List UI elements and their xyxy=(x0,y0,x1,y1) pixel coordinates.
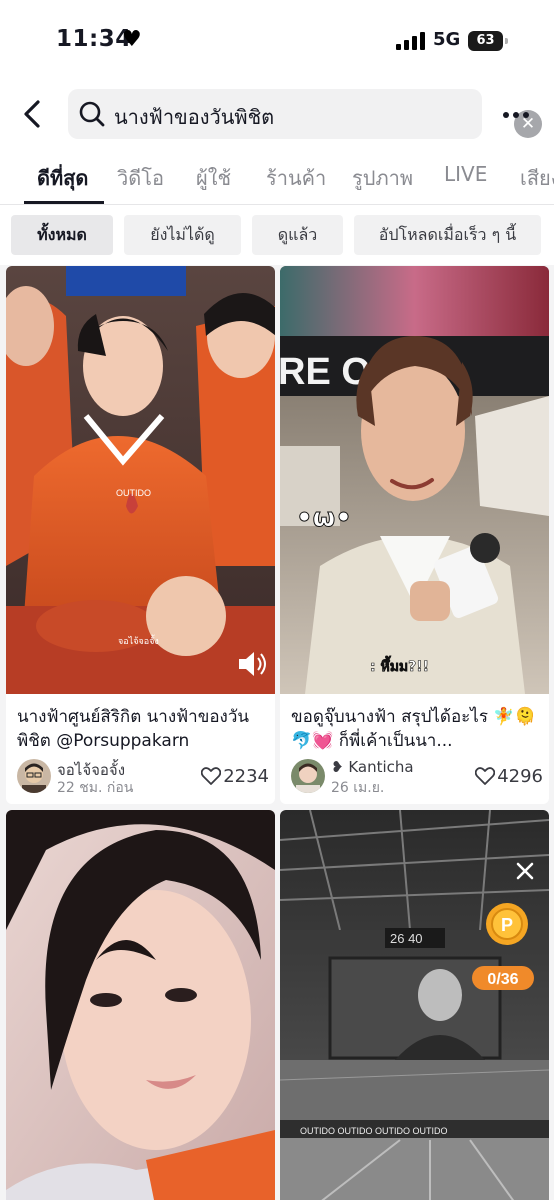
video-thumbnail[interactable] xyxy=(6,810,275,1200)
video-overlay-text: จอไจ้จอจั้ง xyxy=(118,634,159,646)
video-card[interactable]: RE O •ω• : หึ้มม?!! ขอดูจุ๊บนางฟ้า สรุปไ… xyxy=(280,266,549,804)
heart-outline-icon xyxy=(474,767,496,785)
tab-shop[interactable]: ร้านค้า xyxy=(266,162,326,194)
like-count-value: 4296 xyxy=(497,766,543,787)
filter-bar: ทั้งหมด ยังไม่ได้ดู ดูแล้ว อัปโหลดเมื่อเ… xyxy=(0,205,554,265)
tab-top[interactable]: ดีที่สุด xyxy=(37,162,88,194)
filter-recent[interactable]: อัปโหลดเมื่อเร็ว ๆ นี้ xyxy=(354,215,541,255)
post-time: 22 ชม. ก่อน xyxy=(57,780,134,796)
search-icon xyxy=(78,100,106,128)
avatar[interactable] xyxy=(291,759,325,793)
more-options-button[interactable] xyxy=(496,100,536,130)
svg-text:RE O: RE O xyxy=(280,351,371,393)
svg-text:26 40: 26 40 xyxy=(390,931,423,946)
video-card[interactable]: OUTIDO จอไจ้จอจั้ง นางฟ้าศูนย์สิริกิต นา… xyxy=(6,266,275,804)
filter-watched[interactable]: ดูแล้ว xyxy=(252,215,343,255)
coin-icon[interactable]: P xyxy=(486,903,528,945)
like-count-value: 2234 xyxy=(223,766,269,787)
like-count: 4296 xyxy=(474,766,543,787)
heart-outline-icon xyxy=(200,767,222,785)
author-name: ❥ Kanticha xyxy=(331,758,414,776)
video-card[interactable] xyxy=(6,810,275,1200)
status-time: 11:34 xyxy=(56,26,132,52)
network-label: 5G xyxy=(433,29,461,50)
result-tabs: ดีที่สุด วิดีโอ ผู้ใช้ ร้านค้า รูปภาพ LI… xyxy=(0,150,554,205)
video-author[interactable]: จอไจ้จอจั้ง 22 ชม. ก่อน 2234 xyxy=(17,758,269,796)
tab-live[interactable]: LIVE xyxy=(444,162,487,186)
search-query: นางฟ้าของวันพิชิต xyxy=(114,105,275,129)
video-card[interactable]: 26 40 OUTIDO OUTIDO OUTIDO OUTIDO P 0/36 xyxy=(280,810,549,1200)
svg-text:OUTIDO: OUTIDO xyxy=(116,488,151,498)
tab-users[interactable]: ผู้ใช้ xyxy=(196,162,231,194)
battery-level: 63 xyxy=(468,31,503,51)
coin-progress: 0/36 xyxy=(487,971,518,988)
signal-icon xyxy=(396,32,426,50)
video-grid: OUTIDO จอไจ้จอจั้ง นางฟ้าศูนย์สิริกิต นา… xyxy=(0,265,554,1200)
filter-all[interactable]: ทั้งหมด xyxy=(11,215,113,255)
video-thumbnail[interactable]: RE O •ω• : หึ้มม?!! xyxy=(280,266,549,694)
search-header: นางฟ้าของวันพิชิต ✕ xyxy=(0,80,554,150)
video-caption[interactable]: ขอดูจุ๊บนางฟ้า สรุปได้อะไร 🧚🫠🐬💓 ก็พี่เค้… xyxy=(291,705,543,753)
tab-videos[interactable]: วิดีโอ xyxy=(117,162,164,194)
back-icon[interactable] xyxy=(16,96,52,132)
post-time: 26 เม.ย. xyxy=(331,780,385,796)
tab-photos[interactable]: รูปภาพ xyxy=(352,162,413,194)
video-author[interactable]: ❥ Kanticha 26 เม.ย. 4296 xyxy=(291,758,543,796)
tab-sounds[interactable]: เสียง xyxy=(520,162,554,194)
video-overlay-text: •ω• xyxy=(296,503,352,533)
like-count: 2234 xyxy=(200,766,269,787)
battery-icon: 63 xyxy=(468,31,508,51)
coin-label: P xyxy=(501,915,513,935)
filter-unwatched[interactable]: ยังไม่ได้ดู xyxy=(124,215,241,255)
active-tab-indicator xyxy=(24,201,104,204)
status-bar: 11:34 ♥ 5G 63 xyxy=(0,0,554,80)
video-caption[interactable]: นางฟ้าศูนย์สิริกิต นางฟ้าของวันพิชิต @Po… xyxy=(17,705,269,753)
search-input[interactable]: นางฟ้าของวันพิชิต ✕ xyxy=(68,89,542,139)
heart-icon: ♥ xyxy=(122,27,142,52)
avatar[interactable] xyxy=(17,759,51,793)
svg-text:OUTIDO OUTIDO OUTIDO OUT: OUTIDO OUTIDO OUTIDO OUTIDO xyxy=(300,1126,448,1136)
video-thumbnail[interactable]: 26 40 OUTIDO OUTIDO OUTIDO OUTIDO P 0/36 xyxy=(280,810,549,1200)
video-thumbnail[interactable]: OUTIDO จอไจ้จอจั้ง xyxy=(6,266,275,694)
